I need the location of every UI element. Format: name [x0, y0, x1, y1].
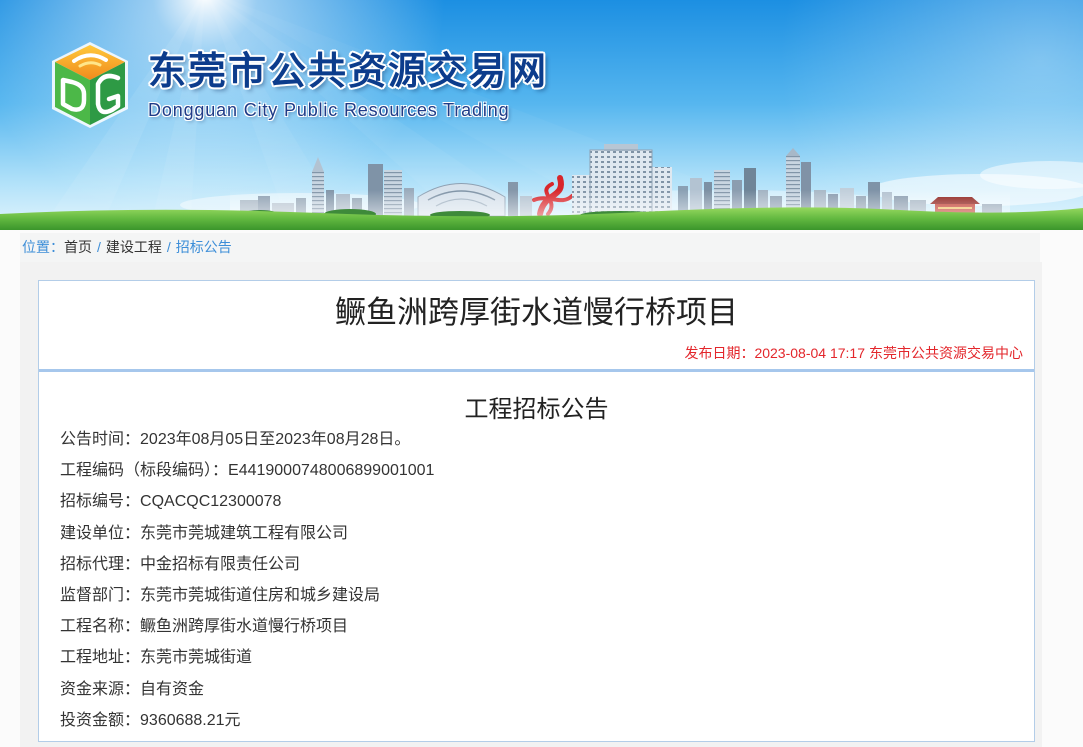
- breadcrumb: 位置：首页 / 建设工程 / 招标公告: [20, 233, 1040, 262]
- field-value: E4419000748006899001001: [228, 462, 435, 480]
- field-value: 2023年08月05日至2023年08月28日。: [140, 431, 411, 448]
- notice-field-row: 工程编码（标段编码）：E4419000748006899001001: [60, 455, 1020, 486]
- field-value: 中金招标有限责任公司: [140, 555, 301, 573]
- field-label: 建设单位：: [60, 524, 141, 542]
- field-value: 东莞市莞城街道住房和城乡建设局: [140, 586, 381, 604]
- article-title: 鳜鱼洲跨厚街水道慢行桥项目: [335, 295, 738, 330]
- notice-field-row: 投资金额：9360688.21元: [60, 705, 1020, 736]
- notice-field-row: 工程地址：东莞市莞城街道: [60, 642, 1020, 673]
- notice-field-row: 公告时间：2023年08月05日至2023年08月28日。: [60, 424, 1020, 455]
- field-label: 监督部门：: [60, 586, 141, 604]
- breadcrumb-home-link[interactable]: 首页: [64, 239, 92, 255]
- breadcrumb-separator: /: [97, 239, 101, 255]
- field-value: 9360688.21元: [140, 711, 241, 729]
- field-label: 招标代理：: [60, 555, 141, 573]
- publish-info: 发布日期：2023-08-04 17:17 东莞市公共资源交易中心: [684, 343, 1023, 363]
- notice-field-row: 工程名称：鳜鱼洲跨厚街水道慢行桥项目: [60, 611, 1020, 642]
- article-panel: 鳜鱼洲跨厚街水道慢行桥项目 发布日期：2023-08-04 17:17 东莞市公共…: [38, 280, 1035, 742]
- site-title-en: Dongguan City Public Resources Trading: [148, 100, 510, 120]
- field-label: 投资金额：: [60, 711, 141, 729]
- site-header: 东莞市公共资源交易网 Dongguan City Public Resource…: [0, 0, 1083, 230]
- field-value: CQACQC12300078: [140, 493, 282, 511]
- field-value: 东莞市莞城街道: [140, 649, 253, 667]
- notice-field-row: 建设单位：东莞市莞城建筑工程有限公司: [60, 518, 1020, 549]
- breadcrumb-separator: /: [166, 239, 171, 255]
- notice-field-row: 资金来源：自有资金: [60, 674, 1020, 705]
- notice-heading: 工程招标公告: [464, 396, 609, 423]
- notice-field-row: 招标编号：CQACQC12300078: [60, 486, 1020, 517]
- field-label: 招标编号：: [60, 493, 141, 511]
- breadcrumb-current[interactable]: 招标公告: [176, 239, 232, 255]
- site-title-cn: 东莞市公共资源交易网: [148, 48, 549, 93]
- publish-date: 2023-08-04 17:17: [754, 345, 865, 361]
- notice-fields: 公告时间：2023年08月05日至2023年08月28日。 工程编码（标段编码）…: [60, 424, 1020, 736]
- breadcrumb-construction-link[interactable]: 建设工程: [106, 239, 162, 255]
- breadcrumb-label: 位置：: [22, 239, 64, 255]
- field-value: 自有资金: [140, 680, 205, 698]
- field-value: 东莞市莞城建筑工程有限公司: [140, 524, 349, 542]
- notice-field-row: 监督部门：东莞市莞城街道住房和城乡建设局: [60, 580, 1020, 611]
- field-value: 鳜鱼洲跨厚街水道慢行桥项目: [140, 618, 349, 636]
- publisher: 东莞市公共资源交易中心: [869, 345, 1023, 361]
- field-label: 工程名称：: [60, 618, 141, 636]
- field-label: 公告时间：: [60, 431, 141, 448]
- title-divider: [39, 369, 1034, 372]
- field-label: 资金来源：: [60, 680, 141, 698]
- publish-label: 发布日期：: [684, 345, 755, 361]
- field-label: 工程地址：: [60, 649, 141, 667]
- notice-field-row: 招标代理：中金招标有限责任公司: [60, 549, 1020, 580]
- field-label: 工程编码（标段编码）：: [60, 462, 229, 480]
